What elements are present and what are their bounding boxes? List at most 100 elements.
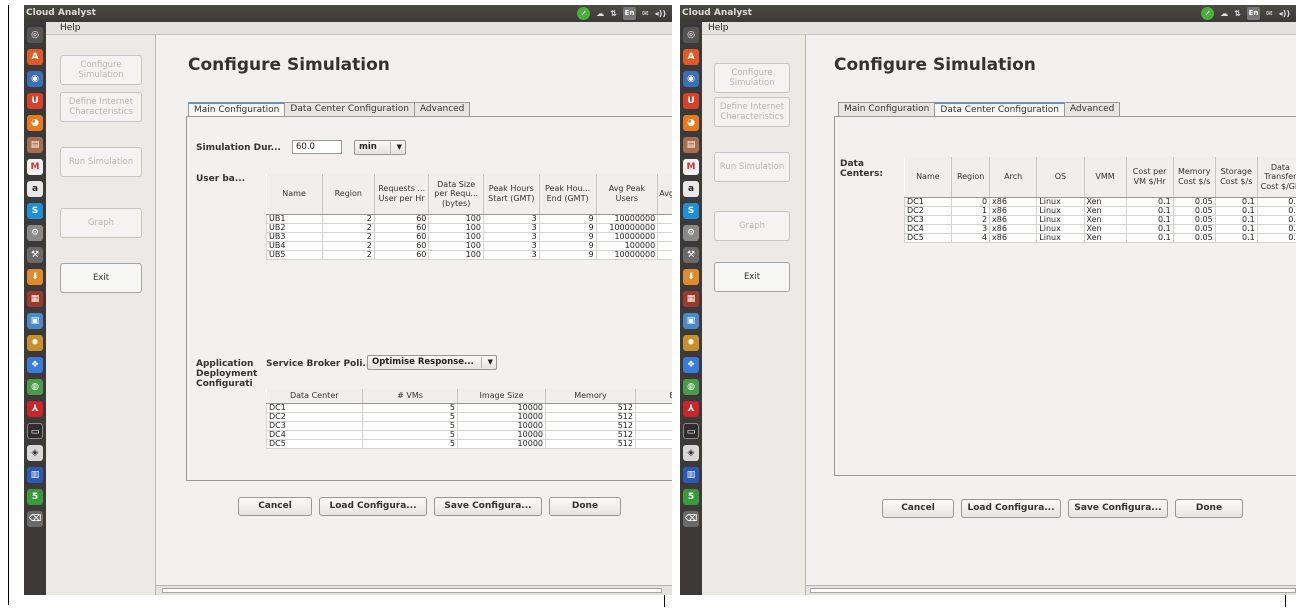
archive-icon[interactable]: ▦	[683, 291, 699, 307]
table-cell[interactable]: 0.1	[1125, 196, 1174, 207]
table-cell[interactable]: 5	[362, 420, 458, 431]
amazon-icon[interactable]: a	[683, 181, 699, 197]
netbeans-icon[interactable]: 5	[683, 489, 699, 505]
app-deployment-table[interactable]: Data Center # VMs Image Size Memory B DC…	[266, 389, 672, 449]
software-center-icon[interactable]: A	[683, 49, 699, 65]
table-cell[interactable]: Linux	[1036, 214, 1085, 225]
install-icon[interactable]: ⬇	[27, 269, 43, 285]
column-header[interactable]: Memory Cost $/s	[1173, 157, 1216, 198]
table-row[interactable]: DC32x86LinuxXen0.10.050.10.1	[903, 214, 1296, 225]
column-header[interactable]: B	[635, 389, 672, 404]
done-button[interactable]: Done	[1175, 499, 1243, 518]
nav-exit[interactable]: Exit	[60, 263, 142, 293]
table-cell[interactable]: DC5	[903, 232, 953, 243]
terminal-icon[interactable]: ▭	[683, 423, 699, 439]
pdf-icon[interactable]: ⅄	[683, 401, 699, 417]
table-row[interactable]: UB5 2 60 100 3 9 10000000	[266, 249, 672, 260]
scrollbar-thumb[interactable]	[162, 588, 662, 593]
table-cell[interactable]: 0.05	[1172, 214, 1216, 225]
table-cell[interactable]: 10000	[457, 429, 546, 440]
table-cell[interactable]: Linux	[1036, 196, 1085, 207]
nav-configure-simulation[interactable]: Configure Simulation	[714, 63, 790, 93]
column-header[interactable]: Requests ... User per Hr	[374, 174, 430, 215]
table-row[interactable]: DC54x86LinuxXen0.10.050.10.1	[903, 232, 1296, 243]
table-row[interactable]: UB2 2 60 100 3 9 100000000	[266, 222, 672, 233]
column-header[interactable]: Data Center	[266, 389, 363, 404]
files-icon[interactable]: ▤	[683, 137, 699, 153]
column-header[interactable]: Name	[266, 174, 323, 215]
table-cell[interactable]: 5	[362, 411, 458, 422]
browser-icon[interactable]: ◍	[27, 379, 43, 395]
nav-run-simulation[interactable]: Run Simulation	[714, 152, 790, 182]
table-cell[interactable]: DC3	[903, 214, 953, 225]
table-cell[interactable]	[657, 231, 672, 242]
firefox-icon[interactable]: ◕	[683, 115, 699, 131]
table-cell[interactable]	[635, 420, 672, 431]
column-header[interactable]: Memory	[545, 389, 636, 404]
table-cell[interactable]	[635, 411, 672, 422]
simulation-duration-input[interactable]: 60.0	[292, 140, 342, 154]
tab-data-center-configuration[interactable]: Data Center Configuration	[934, 102, 1065, 117]
table-cell[interactable]: 0.1	[1256, 196, 1296, 207]
table-cell[interactable]: 10000	[457, 438, 546, 449]
preferences-icon[interactable]: ✹	[27, 335, 43, 351]
network-icon[interactable]: ◉	[27, 71, 43, 87]
service-broker-select[interactable]: Optimise Response... ▼	[367, 355, 497, 370]
table-row[interactable]: UB4 2 60 100 3 9 100000	[266, 240, 672, 251]
save-configuration-button[interactable]: Save Configura...	[1068, 499, 1168, 518]
table-cell[interactable]: 60	[373, 240, 430, 251]
load-configuration-button[interactable]: Load Configura...	[319, 497, 427, 516]
table-cell[interactable]: 2	[321, 240, 375, 251]
cancel-button[interactable]: Cancel	[238, 497, 312, 516]
dash-home-icon[interactable]: ◎	[27, 27, 43, 43]
table-cell[interactable]: 10000	[457, 411, 546, 422]
table-cell[interactable]: 2	[321, 222, 375, 233]
gmail-icon[interactable]: M	[683, 159, 699, 175]
table-row[interactable]: DC3 5 10000 512	[266, 420, 672, 431]
table-cell[interactable]: x86	[989, 214, 1038, 225]
trash-icon[interactable]: ⌫	[27, 511, 43, 527]
table-cell[interactable]: 512	[545, 429, 636, 440]
table-cell[interactable]: x86	[989, 232, 1038, 243]
table-cell[interactable]: 100	[428, 213, 484, 224]
table-row[interactable]: DC43x86LinuxXen0.10.050.10.1	[903, 223, 1296, 234]
table-cell[interactable]	[657, 222, 672, 233]
table-cell[interactable]: DC1	[266, 402, 363, 413]
tab-advanced[interactable]: Advanced	[1063, 102, 1121, 117]
volume-icon[interactable]: ◂))	[1279, 7, 1290, 20]
network-arrows-icon[interactable]: ⇅	[1234, 7, 1241, 20]
table-cell[interactable]: 0.1	[1125, 214, 1174, 225]
workspaces-icon[interactable]: ▥	[683, 467, 699, 483]
gmail-icon[interactable]: M	[27, 159, 43, 175]
table-cell[interactable]: 3	[951, 223, 991, 234]
table-cell[interactable]: 0.1	[1256, 232, 1296, 243]
table-cell[interactable]: 5	[362, 438, 458, 449]
duration-unit-select[interactable]: min ▼	[354, 140, 406, 155]
tab-main-configuration[interactable]: Main Configuration	[188, 102, 286, 117]
done-button[interactable]: Done	[549, 497, 621, 516]
table-cell[interactable]: Xen	[1083, 223, 1127, 234]
table-cell[interactable]: UB2	[266, 222, 323, 233]
table-cell[interactable]: 512	[545, 420, 636, 431]
table-cell[interactable]: 2	[321, 213, 375, 224]
table-cell[interactable]: 9	[538, 240, 597, 251]
table-row[interactable]: DC2 5 10000 512	[266, 411, 672, 422]
workspaces-icon[interactable]: ▥	[27, 467, 43, 483]
amazon-icon[interactable]: a	[27, 181, 43, 197]
table-cell[interactable]: UB4	[266, 240, 323, 251]
table-cell[interactable]: Xen	[1083, 232, 1127, 243]
screenshot-icon[interactable]: ◈	[27, 445, 43, 461]
table-cell[interactable]: 100000	[595, 240, 659, 251]
table-row[interactable]: DC4 5 10000 512	[266, 429, 672, 440]
nav-configure-simulation[interactable]: Configure Simulation	[60, 55, 142, 85]
help-menu[interactable]: Help	[60, 23, 81, 33]
table-cell[interactable]: 60	[373, 249, 430, 260]
table-cell[interactable]: Linux	[1036, 223, 1085, 234]
column-header[interactable]: VMM	[1084, 157, 1127, 198]
table-cell[interactable]: DC2	[266, 411, 363, 422]
table-cell[interactable]: DC5	[266, 438, 363, 449]
table-cell[interactable]: 60	[373, 231, 430, 242]
trash-icon[interactable]: ⌫	[683, 511, 699, 527]
table-cell[interactable]: DC2	[903, 205, 953, 216]
table-cell[interactable]	[657, 249, 672, 260]
